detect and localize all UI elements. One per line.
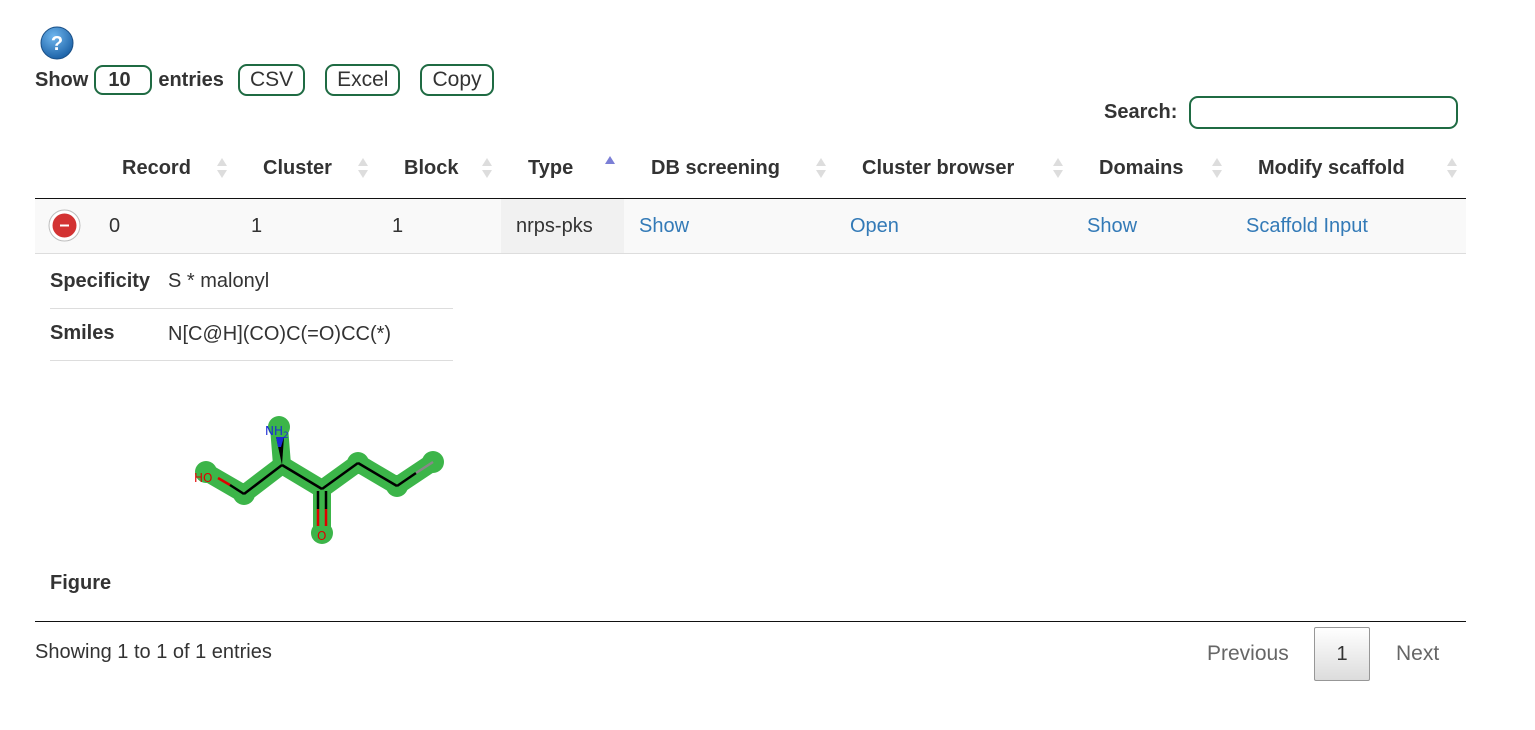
figure-label: Figure — [50, 572, 112, 594]
previous-button[interactable]: Previous — [1207, 642, 1289, 666]
sort-both-icon[interactable] — [815, 156, 827, 180]
pagination-page-1[interactable]: 1 — [1314, 627, 1370, 681]
table-toolbar: Show 10 entries CSV Excel Copy — [35, 63, 494, 97]
column-header-domains[interactable]: Domains — [1099, 140, 1183, 196]
search-input[interactable] — [1189, 96, 1459, 129]
column-header-record[interactable]: Record — [122, 140, 191, 196]
carbonyl-oxygen-label: O — [317, 529, 326, 543]
domains-show-link[interactable]: Show — [1087, 199, 1137, 253]
molecule-structure-figure: NH2 HO O — [194, 416, 444, 544]
search-label: Search: — [1104, 101, 1178, 123]
entries-length-select[interactable]: 10 — [94, 65, 153, 95]
specificity-label: Specificity — [50, 270, 151, 292]
column-header-db-screening[interactable]: DB screening — [651, 140, 780, 196]
db-screening-show-link[interactable]: Show — [639, 199, 689, 253]
specificity-value: S * malonyl — [168, 270, 270, 292]
sort-both-icon[interactable] — [216, 156, 228, 180]
column-header-cluster[interactable]: Cluster — [263, 140, 332, 196]
sort-both-icon[interactable] — [1446, 156, 1458, 180]
cell-block: 1 — [392, 214, 404, 237]
smiles-label: Smiles — [50, 322, 115, 344]
cell-type: nrps-pks — [516, 214, 593, 237]
entries-label: entries — [158, 68, 224, 91]
detail-specificity: Specificity S * malonyl — [50, 256, 453, 309]
excel-button[interactable]: Excel — [325, 64, 401, 96]
sort-both-icon[interactable] — [1211, 156, 1223, 180]
cluster-browser-open-link[interactable]: Open — [850, 199, 899, 253]
column-header-block[interactable]: Block — [404, 140, 458, 196]
search-area: Search: — [1104, 96, 1459, 129]
sort-both-icon[interactable] — [357, 156, 369, 180]
table-row: 0 1 1 nrps-pks Show Open Show Scaffold I… — [35, 199, 1466, 254]
smiles-value: N[C@H](CO)C(=O)CC(*) — [168, 323, 392, 345]
column-header-cluster-browser[interactable]: Cluster browser — [862, 140, 1014, 196]
collapse-row-icon[interactable] — [48, 209, 81, 242]
next-button[interactable]: Next — [1396, 642, 1439, 666]
scaffold-input-link[interactable]: Scaffold Input — [1246, 199, 1368, 253]
table-bottom-border — [35, 621, 1466, 622]
sort-both-icon[interactable] — [481, 156, 493, 180]
cell-record: 0 — [109, 214, 121, 237]
sort-ascending-icon[interactable] — [604, 154, 616, 178]
detail-smiles: Smiles N[C@H](CO)C(=O)CC(*) — [50, 308, 453, 361]
column-header-type[interactable]: Type — [528, 140, 573, 196]
table-info: Showing 1 to 1 of 1 entries — [35, 641, 272, 663]
hydroxyl-label: HO — [194, 471, 212, 485]
copy-button[interactable]: Copy — [420, 64, 494, 96]
cell-cluster: 1 — [251, 214, 263, 237]
column-header-modify-scaffold[interactable]: Modify scaffold — [1258, 140, 1405, 196]
table-header: Record Cluster Block Type DB screening C… — [35, 140, 1466, 200]
pagination-next[interactable]: Next — [1396, 627, 1439, 681]
entries-length-value: 10 — [108, 68, 131, 91]
sort-both-icon[interactable] — [1052, 156, 1064, 180]
help-icon[interactable]: ? — [40, 26, 74, 60]
pagination-previous[interactable]: Previous — [1207, 627, 1289, 681]
svg-text:?: ? — [51, 33, 63, 55]
show-label: Show — [35, 68, 89, 91]
csv-button[interactable]: CSV — [237, 64, 306, 96]
